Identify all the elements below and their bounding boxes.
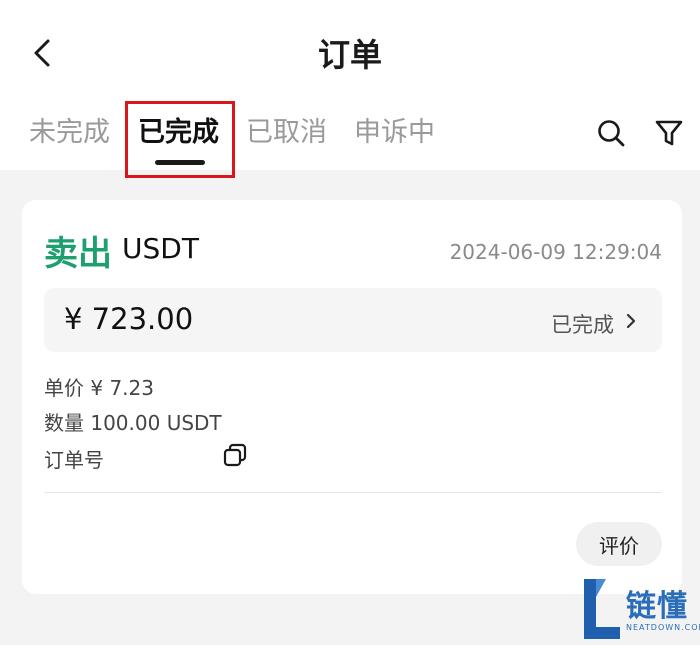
watermark-site: NEATDOWN.COM <box>626 623 700 632</box>
highlight-box <box>125 101 235 178</box>
order-card[interactable]: 卖出 USDT 2024-06-09 12:29:04 ¥ 723.00 已完成… <box>22 200 682 594</box>
order-status-tabs: 未完成 已完成 已取消 申诉中 <box>0 110 560 160</box>
search-button[interactable] <box>594 116 628 150</box>
header-bar: 订单 未完成 已完成 已取消 申诉中 <box>0 0 700 178</box>
watermark-name: 链懂 <box>626 589 688 624</box>
trade-side-label: 卖出 <box>44 234 112 274</box>
order-number-label: 订单号 <box>44 448 104 472</box>
unit-price: 单价 ¥ 7.23 <box>44 376 154 400</box>
order-timestamp: 2024-06-09 12:29:04 <box>449 240 662 264</box>
tab-appealing[interactable]: 申诉中 <box>354 110 435 149</box>
tab-cancelled[interactable]: 已取消 <box>246 110 327 149</box>
logo-mark-icon <box>584 579 620 639</box>
tab-incomplete[interactable]: 未完成 <box>29 110 110 149</box>
filter-button[interactable] <box>652 116 686 150</box>
filter-icon <box>655 120 683 146</box>
status-text: 已完成 <box>551 313 614 337</box>
quantity: 数量 100.00 USDT <box>44 411 222 435</box>
watermark-logo: 链懂 NEATDOWN.COM <box>580 575 700 645</box>
copy-button[interactable] <box>222 442 248 468</box>
search-icon <box>598 120 625 147</box>
coin-label: USDT <box>122 232 199 265</box>
amount-row[interactable]: ¥ 723.00 已完成 <box>44 288 662 352</box>
chevron-right-icon <box>626 313 636 329</box>
copy-icon <box>223 443 247 467</box>
rate-button[interactable]: 评价 <box>576 522 662 566</box>
page-title: 订单 <box>317 36 382 74</box>
order-amount: ¥ 723.00 <box>64 302 194 336</box>
divider <box>44 492 662 493</box>
